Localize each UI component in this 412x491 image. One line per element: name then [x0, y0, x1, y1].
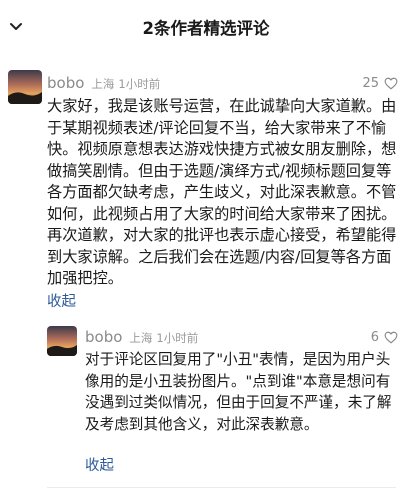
like-count: 25: [362, 76, 379, 91]
comment-time: 1小时前: [156, 331, 199, 345]
avatar[interactable]: [8, 70, 42, 104]
comments-header: 2条作者精选评论: [0, 0, 412, 52]
like-button[interactable]: 6: [371, 330, 398, 345]
comment-location: 上海: [91, 77, 115, 91]
comment-text: 对于评论区回复用了"小丑"表情，是因为用户头像用的是小丑装扮图片。"点到谁"本意…: [85, 351, 392, 433]
page-title: 2条作者精选评论: [142, 19, 270, 38]
avatar[interactable]: [47, 326, 77, 356]
collapse-button[interactable]: 收起: [85, 454, 114, 475]
heart-icon: [384, 331, 398, 344]
divider: [47, 487, 396, 488]
comment-text: 大家好，我是该账号运营，在此诚挚向大家道歉。由于某期视频表述/评论回复不当，给大…: [47, 97, 397, 287]
comment-time: 1小时前: [118, 77, 161, 91]
like-count: 6: [370, 330, 379, 345]
like-button[interactable]: 25: [362, 76, 398, 91]
comment-location: 上海: [129, 331, 153, 345]
comment-username[interactable]: bobo: [47, 74, 84, 92]
collapse-button[interactable]: 收起: [47, 290, 76, 311]
heart-icon: [384, 77, 398, 90]
comment-username[interactable]: bobo: [85, 328, 122, 346]
